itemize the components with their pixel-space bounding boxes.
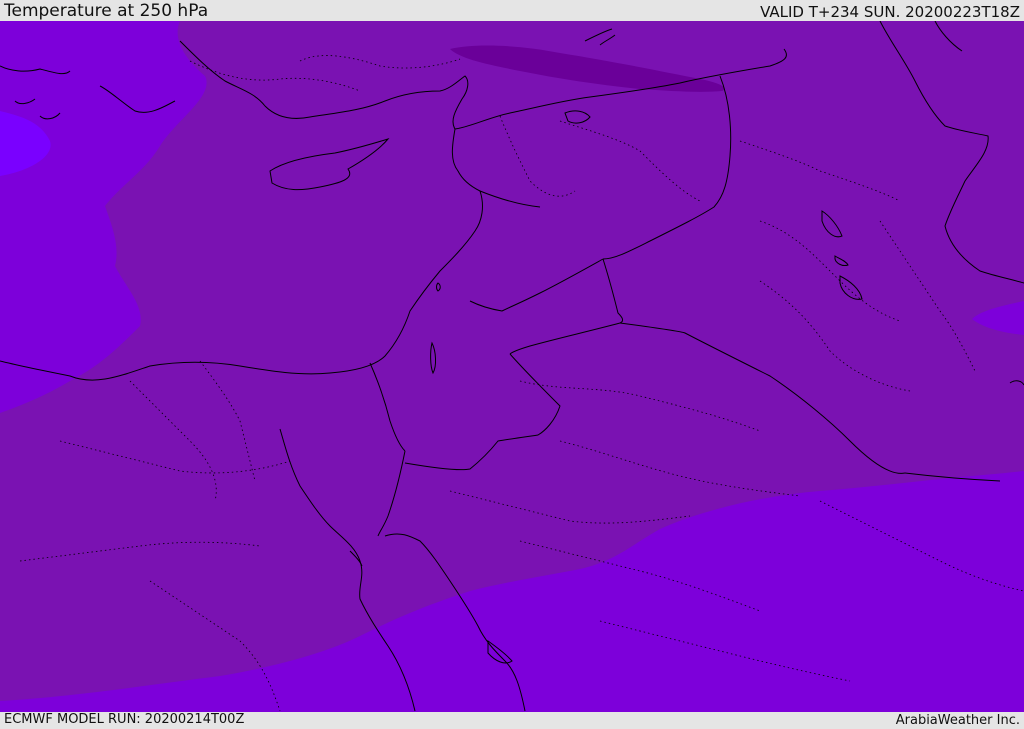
map-title: Temperature at 250 hPa (4, 1, 209, 21)
valid-time: VALID T+234 SUN. 20200223T18Z (760, 3, 1020, 21)
footer-bar: ECMWF MODEL RUN: 20200214T00Z ArabiaWeat… (0, 712, 1024, 729)
map-area[interactable] (0, 21, 1024, 712)
map-viewer: Temperature at 250 hPa VALID T+234 SUN. … (0, 0, 1024, 729)
temperature-map (0, 21, 1024, 712)
credit-label: ArabiaWeather Inc. (895, 713, 1020, 728)
header-bar: Temperature at 250 hPa VALID T+234 SUN. … (0, 0, 1024, 21)
model-run-label: ECMWF MODEL RUN: 20200214T00Z (4, 712, 245, 727)
